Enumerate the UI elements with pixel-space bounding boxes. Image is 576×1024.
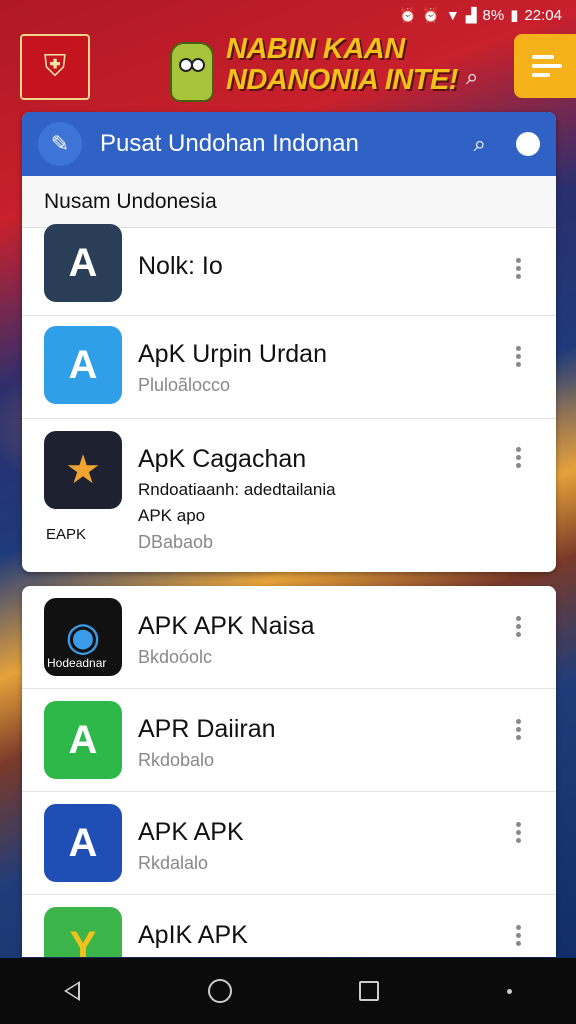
app-subtitle: DBabaob (138, 532, 214, 552)
app-list-card: ✎ Pusat Undohan Indonan ⌕ Nusam Undonesi… (22, 112, 556, 572)
app-description: Rndoatiaanh: adedtailania (138, 480, 336, 499)
back-icon[interactable] (63, 981, 80, 1001)
battery-icon: ▮ (510, 7, 519, 24)
list-item[interactable]: A Nolk: Io (22, 224, 556, 316)
app-name: APK APK Naisa (138, 612, 315, 640)
alarm-icon: ⏰ (398, 6, 417, 23)
app-name: ApK Cagachan (138, 445, 307, 473)
navigation-bar (0, 958, 576, 1024)
app-icon-label: EAPK (46, 526, 87, 543)
app-subtitle: Rkdalalo (138, 853, 209, 873)
app-subtitle: Bkdoóolc (138, 647, 213, 667)
search-icon[interactable]: ⌕ (466, 64, 478, 90)
app-tag: APK apo (138, 506, 206, 525)
list-item[interactable]: ★ EAPK ApK Cagachan Rndoatiaanh: adedtai… (22, 419, 556, 572)
app-icon-naisa: ◉ Hodeadnar (44, 598, 122, 676)
list-item[interactable]: A ApK Urpin Urdan Pluloãlocco (22, 316, 556, 419)
more-options-icon[interactable] (516, 925, 522, 946)
app-list-card-2: ◉ Hodeadnar APK APK Naisa Bkdoóolc A APR… (22, 586, 556, 957)
alarm-icon-2: ⏰ (422, 6, 440, 23)
app-logo-icon[interactable]: ✎ (38, 122, 82, 166)
app-icon-apik: Y (44, 907, 122, 957)
app-name: ApIK APK (138, 921, 248, 949)
menu-button[interactable] (514, 34, 576, 98)
more-options-icon[interactable] (516, 346, 522, 367)
banner-title: NABIN KAAN NDANONIA INTE! (226, 33, 458, 96)
list-item[interactable]: Y ApIK APK (22, 895, 556, 957)
signal-icon: ▟ (465, 6, 477, 23)
app-title: Pusat Undohan Indonan (100, 130, 359, 157)
android-mascot-icon (170, 42, 214, 102)
app-icon-daiiran: A (44, 701, 122, 779)
section-title: Nusam Undonesia (22, 176, 556, 228)
more-options-icon[interactable] (516, 258, 522, 279)
more-options-icon[interactable] (516, 447, 522, 468)
app-icon-nolk: A (44, 224, 122, 302)
search-icon[interactable]: ⌕ (474, 131, 486, 157)
more-options-icon[interactable] (516, 616, 522, 637)
app-name: APK APK (138, 818, 244, 846)
app-icon-urpin: A (44, 326, 122, 404)
clock: 22:04 (524, 6, 562, 24)
battery-level: 8% (482, 6, 505, 24)
list-item[interactable]: A APK APK Rkdalalo (22, 792, 556, 895)
app-subtitle: Pluloãlocco (138, 375, 231, 395)
home-icon[interactable] (207, 979, 232, 1003)
more-options-icon[interactable] (516, 822, 522, 843)
app-icon-apk: A (44, 804, 122, 882)
app-icon-cagachan: ★ EAPK (44, 431, 122, 543)
app-name: Nolk: Io (138, 252, 223, 280)
recent-apps-icon[interactable] (359, 981, 380, 1001)
emblem-icon: ⛨ (20, 34, 90, 100)
app-subtitle: Rkdobalo (138, 750, 215, 770)
app-icon-label: Hodeadnar (47, 656, 107, 670)
app-name: APR Daiiran (138, 715, 276, 743)
app-name: ApK Urpin Urdan (138, 340, 327, 368)
list-item[interactable]: A APR Daiiran Rkdobalo (22, 689, 556, 792)
promo-banner[interactable]: ⛨ NABIN KAAN NDANONIA INTE! ⌕ (0, 30, 576, 110)
list-item[interactable]: ◉ Hodeadnar APK APK Naisa Bkdoóolc (22, 586, 556, 689)
wifi-icon: ▼ (445, 7, 460, 23)
more-options-icon[interactable] (516, 719, 522, 740)
app-bar: ✎ Pusat Undohan Indonan ⌕ (22, 112, 556, 176)
profile-icon[interactable] (516, 132, 540, 156)
menu-dot-icon[interactable] (507, 988, 513, 994)
status-bar: ⏰ ⏰ ▼ ▟ 8% ▮ 22:04 (0, 0, 576, 30)
